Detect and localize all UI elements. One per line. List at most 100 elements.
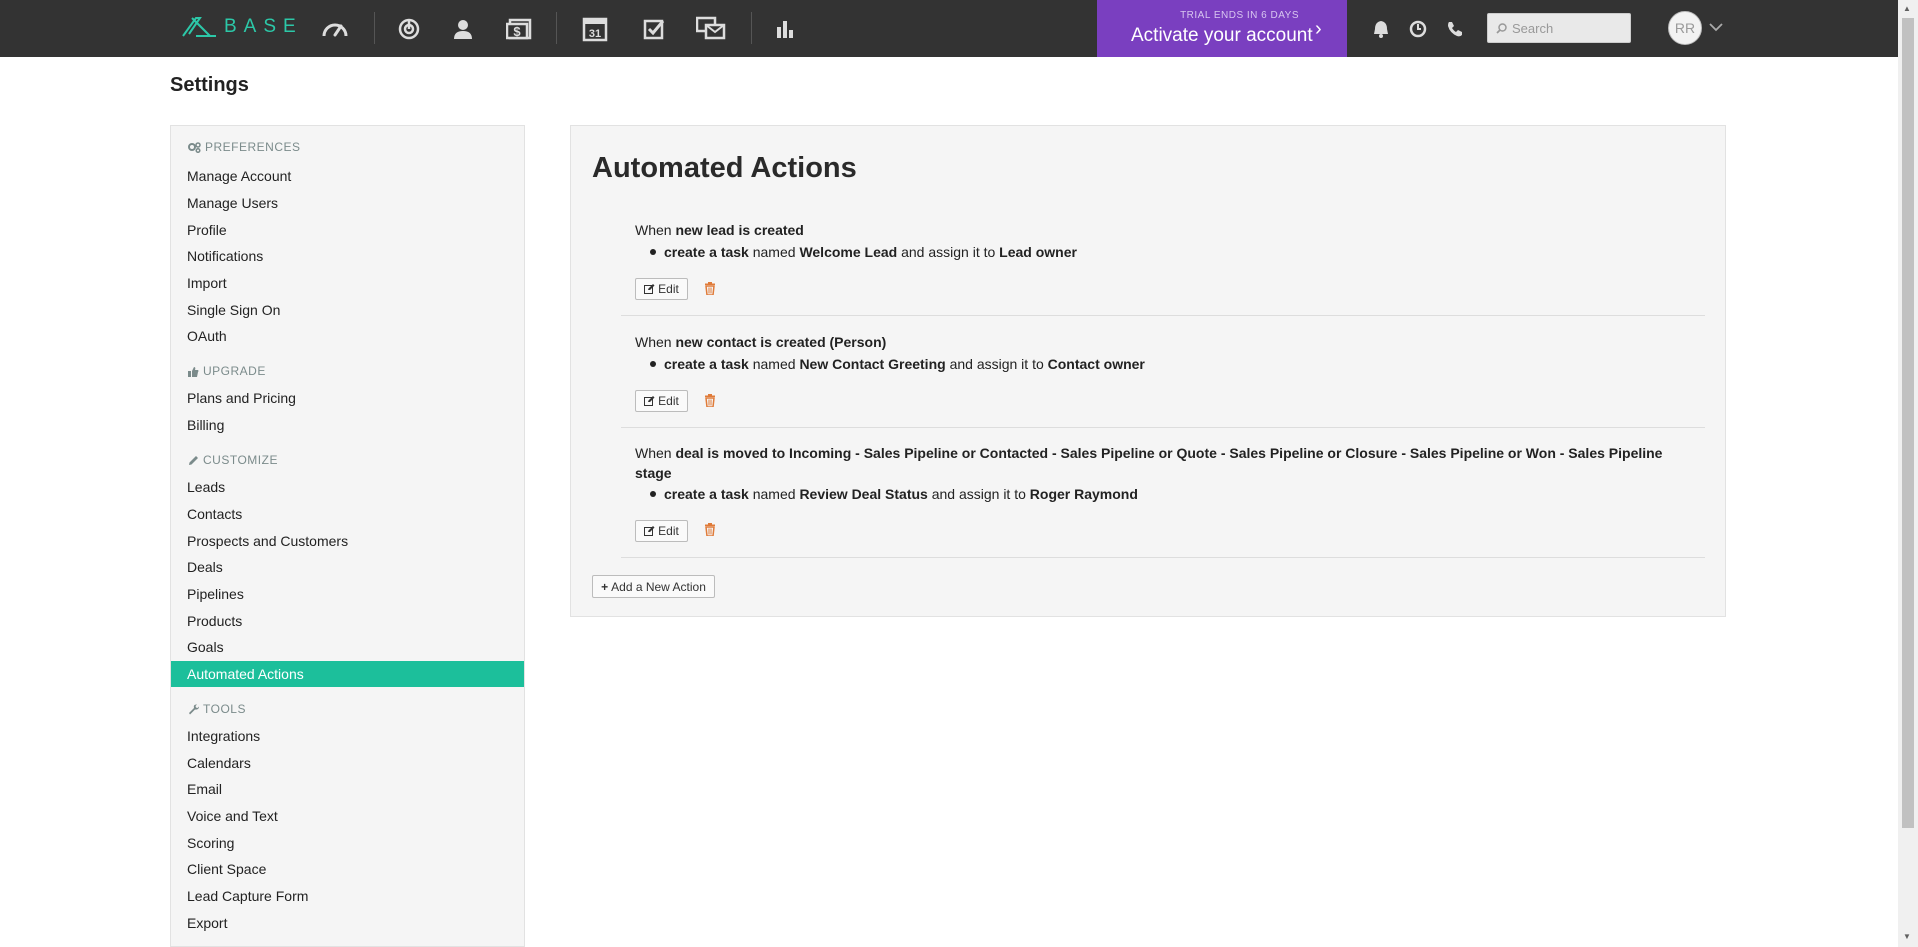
automated-actions-panel: Automated Actions When new lead is creat… (570, 125, 1726, 617)
assign-label: and assign it to (945, 356, 1048, 372)
sidebar-item-automated-actions[interactable]: Automated Actions (171, 661, 524, 687)
named-label: named (748, 486, 800, 502)
sidebar-item-manage-users[interactable]: Manage Users (171, 190, 524, 216)
thumbs-up-icon (188, 366, 199, 377)
chevron-down-icon[interactable] (1708, 16, 1724, 40)
base-logo-icon (182, 17, 216, 37)
sidebar-section-label: UPGRADE (203, 364, 266, 378)
calendar-icon[interactable]: 31 (578, 12, 612, 46)
target-icon[interactable] (392, 12, 426, 46)
avatar[interactable]: RR (1668, 11, 1702, 45)
trash-icon[interactable] (704, 394, 716, 407)
scrollbar-thumb[interactable] (1902, 18, 1914, 828)
scroll-up-arrow-icon[interactable]: ▲ (1903, 4, 1911, 13)
edit-label: Edit (658, 282, 679, 296)
sidebar-item-manage-account[interactable]: Manage Account (171, 163, 524, 189)
sidebar-item-products[interactable]: Products (171, 608, 524, 634)
panel-title: Automated Actions (592, 152, 857, 184)
trash-icon[interactable] (704, 282, 716, 295)
edit-icon (644, 526, 655, 536)
tasks-icon[interactable] (637, 12, 671, 46)
when-label: When (635, 445, 676, 461)
sidebar-item-calendars[interactable]: Calendars (171, 750, 524, 776)
sidebar-item-email[interactable]: Email (171, 776, 524, 802)
sidebar-item-goals[interactable]: Goals (171, 634, 524, 660)
edit-button[interactable]: Edit (635, 278, 688, 300)
automated-action-item: When new lead is created create a task n… (621, 214, 1705, 316)
sidebar-item-notifications[interactable]: Notifications (171, 243, 524, 269)
sidebar-section-label: TOOLS (203, 702, 246, 716)
sidebar-item-prospects-and-customers[interactable]: Prospects and Customers (171, 528, 524, 554)
avatar-initials: RR (1674, 20, 1696, 36)
action-type: create a task (664, 244, 749, 260)
sidebar-item-leads[interactable]: Leads (171, 474, 524, 500)
deals-icon[interactable]: $ (502, 12, 536, 46)
base-logo[interactable]: BASE (180, 14, 303, 40)
edit-label: Edit (658, 524, 679, 538)
sidebar-item-integrations[interactable]: Integrations (171, 723, 524, 749)
pencil-icon (189, 455, 198, 465)
task-name: Review Deal Status (799, 486, 928, 502)
edit-button[interactable]: Edit (635, 520, 688, 542)
sidebar-item-pipelines[interactable]: Pipelines (171, 581, 524, 607)
svg-text:$: $ (513, 24, 521, 39)
sidebar-item-oauth[interactable]: OAuth (171, 323, 524, 349)
gears-icon (188, 141, 201, 153)
assignee-name: Roger Raymond (1029, 486, 1138, 502)
sidebar-item-plans-and-pricing[interactable]: Plans and Pricing (171, 385, 524, 411)
dashboard-icon[interactable] (318, 12, 352, 46)
sidebar-item-single-sign-on[interactable]: Single Sign On (171, 297, 524, 323)
when-label: When (635, 334, 676, 350)
task-name: Welcome Lead (799, 244, 898, 260)
sidebar-item-scoring[interactable]: Scoring (171, 830, 524, 856)
nav-divider (751, 12, 752, 44)
edit-button[interactable]: Edit (635, 390, 688, 412)
trash-icon[interactable] (704, 523, 716, 536)
page-scrollbar[interactable]: ▲ ▼ (1898, 0, 1918, 947)
assign-label: and assign it to (897, 244, 1000, 260)
sidebar-item-profile[interactable]: Profile (171, 217, 524, 243)
top-navigation-bar: BASE $ 31 TRIAL ENDS IN 6 DAYS Activate … (0, 0, 1898, 57)
sidebar-section-preferences: PREFERENCES (188, 140, 301, 154)
automated-action-item: When new contact is created (Person) cre… (621, 317, 1705, 428)
clock-icon[interactable] (1401, 12, 1435, 46)
sidebar-section-customize: CUSTOMIZE (188, 453, 278, 467)
sidebar-item-deals[interactable]: Deals (171, 554, 524, 580)
trigger-name: new lead is created (675, 222, 804, 238)
phone-icon[interactable] (1438, 12, 1472, 46)
reports-icon[interactable] (768, 12, 802, 46)
trigger-name: new contact is created (Person) (675, 334, 887, 350)
person-icon[interactable] (446, 12, 480, 46)
chevron-right-icon: › (1315, 18, 1322, 40)
add-new-action-button[interactable]: + Add a New Action (592, 575, 715, 598)
trial-remaining-text: TRIAL ENDS IN 6 DAYS (1180, 10, 1299, 21)
named-label: named (748, 356, 800, 372)
nav-divider (556, 12, 557, 44)
bell-icon[interactable] (1364, 12, 1398, 46)
trigger-name: deal is moved to Incoming - Sales Pipeli… (635, 445, 1663, 481)
assign-label: and assign it to (927, 486, 1030, 502)
bullet-dot (650, 361, 656, 367)
edit-icon (644, 396, 655, 406)
messages-icon[interactable] (694, 12, 728, 46)
sidebar-item-contacts[interactable]: Contacts (171, 501, 524, 527)
sidebar-item-import[interactable]: Import (171, 270, 524, 296)
sidebar-section-upgrade: UPGRADE (188, 364, 266, 378)
sidebar-section-label: CUSTOMIZE (203, 453, 278, 467)
action-trigger-text: When deal is moved to Incoming - Sales P… (635, 443, 1665, 483)
action-trigger-text: When new contact is created (Person) (635, 332, 1665, 352)
activate-account-banner[interactable]: TRIAL ENDS IN 6 DAYS Activate your accou… (1097, 0, 1347, 57)
edit-label: Edit (658, 394, 679, 408)
named-label: named (748, 244, 800, 260)
sidebar-item-export[interactable]: Export (171, 910, 524, 936)
sidebar-item-voice-and-text[interactable]: Voice and Text (171, 803, 524, 829)
sidebar-item-client-space[interactable]: Client Space (171, 856, 524, 882)
sidebar-item-lead-capture-form[interactable]: Lead Capture Form (171, 883, 524, 909)
search-box[interactable] (1487, 13, 1631, 43)
activate-account-label: Activate your account (1131, 25, 1313, 46)
action-type: create a task (664, 356, 749, 372)
search-input[interactable] (1512, 20, 1622, 36)
action-step: create a task named Review Deal Status a… (650, 486, 1138, 502)
sidebar-item-billing[interactable]: Billing (171, 412, 524, 438)
scroll-down-arrow-icon[interactable]: ▼ (1903, 932, 1911, 941)
